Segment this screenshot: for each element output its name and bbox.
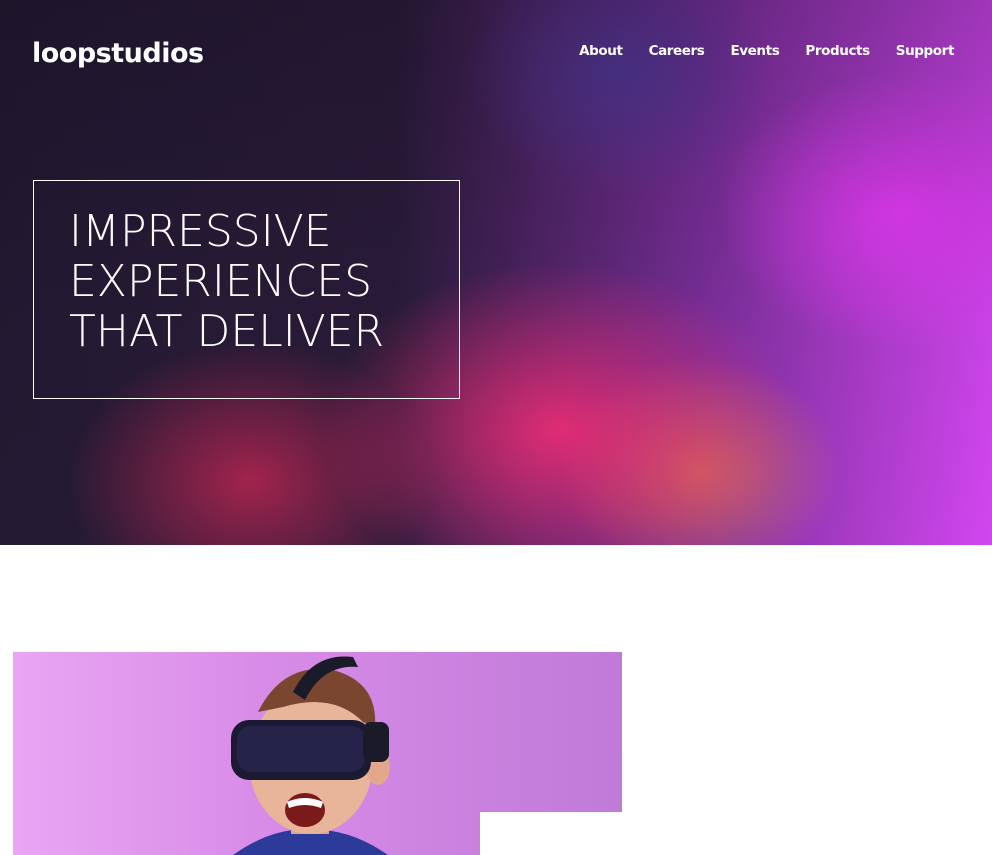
nav-link-about[interactable]: About xyxy=(579,43,623,59)
main-nav: About Careers Events Products Support xyxy=(579,40,954,61)
hero-section: loopstudios About Careers Events Product… xyxy=(0,0,992,545)
hero-headline-line-1: IMPRESSIVE xyxy=(69,206,332,257)
nav-item-about: About xyxy=(579,40,623,61)
nav-item-support: Support xyxy=(896,40,955,61)
hero-headline-line-3: THAT DELIVER xyxy=(69,306,385,357)
nav-link-products[interactable]: Products xyxy=(805,43,870,59)
nav-link-support[interactable]: Support xyxy=(896,43,955,59)
nav-item-careers: Careers xyxy=(649,40,705,61)
vr-person-illustration xyxy=(231,656,390,855)
nav-link-careers[interactable]: Careers xyxy=(649,43,705,59)
nav-item-events: Events xyxy=(730,40,779,61)
nav-item-products: Products xyxy=(805,40,870,61)
content-card-edge xyxy=(480,812,622,855)
site-logo[interactable]: loopstudios xyxy=(32,36,204,72)
hero-headline-box: IMPRESSIVE EXPERIENCES THAT DELIVER xyxy=(33,180,460,399)
hero-headline-line-2: EXPERIENCES xyxy=(69,256,372,307)
nav-link-events[interactable]: Events xyxy=(730,43,779,59)
